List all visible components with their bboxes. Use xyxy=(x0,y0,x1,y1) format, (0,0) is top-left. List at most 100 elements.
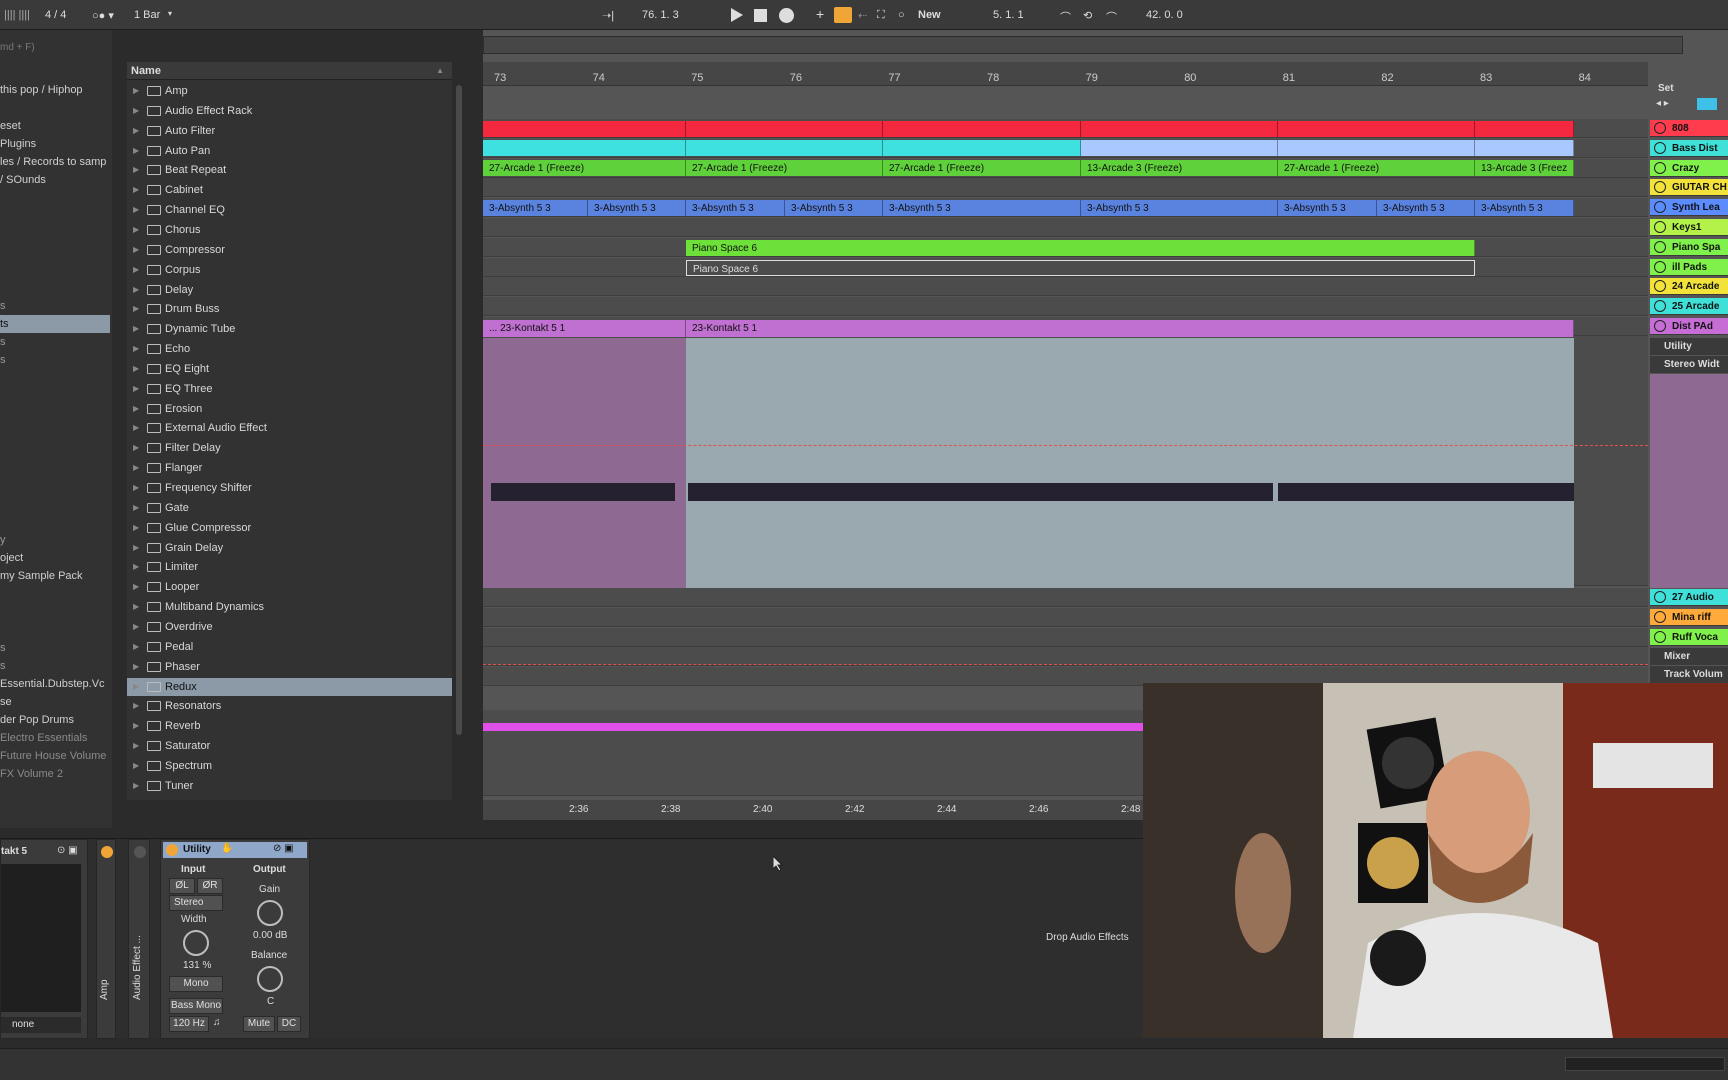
balance-knob[interactable] xyxy=(257,966,283,992)
browser-item[interactable]: ▶ Amp xyxy=(127,82,452,100)
clip[interactable]: 3-Absynth 5 3 xyxy=(483,200,588,216)
automation-line[interactable] xyxy=(483,445,1648,446)
chevron-right-icon[interactable]: ▶ xyxy=(133,102,139,120)
chevron-right-icon[interactable]: ▶ xyxy=(133,181,139,199)
browser-item[interactable]: ▶ External Audio Effect xyxy=(127,419,452,437)
browser-item[interactable]: ▶ Overdrive xyxy=(127,618,573,636)
clip[interactable]: 3-Absynth 5 3 xyxy=(1081,200,1278,216)
fold-icon[interactable] xyxy=(1654,591,1666,603)
chevron-right-icon[interactable]: ▶ xyxy=(133,558,139,576)
chevron-right-icon[interactable]: ▶ xyxy=(133,598,139,616)
punch-out-icon[interactable]: ⌒ xyxy=(1106,9,1117,25)
browser-item[interactable]: ▶ Compressor xyxy=(127,241,452,259)
automation-header[interactable]: Mixer xyxy=(1650,648,1728,665)
track-header[interactable]: 24 Arcade xyxy=(1650,278,1728,296)
chevron-right-icon[interactable]: ▶ xyxy=(133,300,139,318)
clip[interactable] xyxy=(1475,121,1574,137)
time-signature[interactable]: 4 / 4 xyxy=(45,9,66,21)
fold-icon[interactable] xyxy=(1654,221,1666,233)
browser-item[interactable]: ▶ Echo xyxy=(127,340,452,358)
midi-note[interactable] xyxy=(1278,483,1574,501)
chevron-right-icon[interactable]: ▶ xyxy=(133,717,139,735)
mono-button[interactable]: Mono xyxy=(169,976,223,992)
fold-icon[interactable] xyxy=(1654,201,1666,214)
capture-icon[interactable]: ⛶ xyxy=(877,9,885,22)
channel-mode-select[interactable]: Stereo xyxy=(169,895,223,911)
clip[interactable] xyxy=(883,121,1081,137)
new-button[interactable]: New xyxy=(918,9,941,21)
midi-note[interactable] xyxy=(491,483,675,501)
place-item[interactable]: les / Records to samp xyxy=(0,153,110,171)
browser-item[interactable]: ▶ Multiband Dynamics xyxy=(127,598,452,616)
track-header[interactable]: Ruff Voca xyxy=(1650,628,1728,646)
overdub-icon[interactable]: + xyxy=(816,6,824,22)
browser-item[interactable]: ▶ Frequency Shifter xyxy=(127,479,452,497)
record-icon[interactable] xyxy=(779,8,794,23)
place-item[interactable]: s xyxy=(0,297,110,315)
browser-item[interactable]: ▶ Phaser xyxy=(127,658,452,676)
track-header[interactable]: GIUTAR CH xyxy=(1650,179,1728,197)
status-scroll[interactable] xyxy=(1565,1057,1725,1071)
fold-icon[interactable] xyxy=(1654,181,1666,194)
mute-button[interactable]: Mute xyxy=(243,1016,275,1032)
place-item-selected[interactable]: ts xyxy=(0,315,110,333)
clip[interactable]: 3-Absynth 5 3 xyxy=(1278,200,1377,216)
gain-knob[interactable] xyxy=(257,900,283,926)
chevron-right-icon[interactable]: ▶ xyxy=(133,82,139,100)
browser-item[interactable]: ▶ EQ Three xyxy=(127,380,452,398)
clip[interactable]: Piano Space 6 xyxy=(686,240,1475,256)
track-header[interactable]: Piano Spa xyxy=(1650,238,1728,256)
place-item[interactable]: s xyxy=(0,333,110,351)
place-item[interactable]: FX Volume 2 xyxy=(0,765,110,783)
browser-item[interactable]: ▶ Corpus xyxy=(127,261,452,279)
track-lane[interactable] xyxy=(483,588,1648,607)
browser-item[interactable]: ▶ Drum Buss xyxy=(127,300,452,318)
rack-on-icon[interactable] xyxy=(134,846,146,858)
browser-item[interactable]: ▶ Looper xyxy=(127,578,452,596)
place-item[interactable]: Plugins xyxy=(0,135,110,153)
nav-arrows-icon[interactable]: ◂ ▸ xyxy=(1656,98,1669,109)
place-item[interactable]: s xyxy=(0,639,110,657)
track-lane[interactable] xyxy=(483,277,1648,297)
clip-body[interactable] xyxy=(686,338,1574,588)
chevron-right-icon[interactable]: ▶ xyxy=(133,499,139,517)
browser-item[interactable]: ▶ Cabinet xyxy=(127,181,452,199)
browser-item[interactable]: ▶ Tuner xyxy=(127,777,452,795)
clip[interactable]: 13-Arcade 3 (Freeze) xyxy=(1081,160,1278,176)
browser-item[interactable]: ▶ Beat Repeat xyxy=(127,161,452,179)
place-item[interactable]: my Sample Pack xyxy=(0,567,110,585)
chevron-right-icon[interactable]: ▶ xyxy=(133,578,139,596)
place-item[interactable]: oject xyxy=(0,549,110,567)
fold-icon[interactable] xyxy=(1654,320,1666,332)
browser-item[interactable]: ▶ Chorus xyxy=(127,221,452,239)
clip[interactable] xyxy=(1278,121,1475,137)
chevron-right-icon[interactable]: ▶ xyxy=(133,618,139,636)
browser-item[interactable]: ▶ Grain Delay xyxy=(127,539,452,557)
clip[interactable] xyxy=(1081,140,1278,156)
device-menu-icon[interactable]: ⊘ ▣ xyxy=(273,843,294,854)
play-icon[interactable] xyxy=(731,8,743,22)
browser-item[interactable]: ▶ Auto Filter xyxy=(127,122,452,140)
fold-icon[interactable] xyxy=(1654,280,1666,293)
browser-item[interactable]: ▶ Pedal xyxy=(127,638,452,656)
clip[interactable]: 13-Arcade 3 (Freez xyxy=(1475,160,1574,176)
place-item[interactable]: this pop / Hiphop xyxy=(0,81,110,99)
clip[interactable]: 27-Arcade 1 (Freeze) xyxy=(686,160,883,176)
clip[interactable] xyxy=(1081,121,1278,137)
track-lane[interactable] xyxy=(483,178,1648,198)
chevron-right-icon[interactable]: ▶ xyxy=(133,261,139,279)
clip-body[interactable] xyxy=(483,338,686,588)
clip[interactable]: 23-Kontakt 5 1 xyxy=(686,320,1574,337)
track-lane[interactable] xyxy=(483,607,1648,627)
chevron-right-icon[interactable]: ▶ xyxy=(133,737,139,755)
automation-header[interactable]: Stereo Widt xyxy=(1650,356,1728,373)
browser-item[interactable]: ▶ Spectrum xyxy=(127,757,452,775)
plugin-window[interactable] xyxy=(1,864,81,1012)
clip[interactable]: 3-Absynth 5 3 xyxy=(588,200,686,216)
chevron-right-icon[interactable]: ▶ xyxy=(133,340,139,358)
phase-r-button[interactable]: ØR xyxy=(197,878,223,894)
fold-icon[interactable] xyxy=(1654,240,1666,253)
fold-icon[interactable] xyxy=(1654,161,1666,174)
clip[interactable]: 27-Arcade 1 (Freeze) xyxy=(483,160,686,176)
back-to-arrangement-icon[interactable]: ⇠ xyxy=(858,9,867,22)
